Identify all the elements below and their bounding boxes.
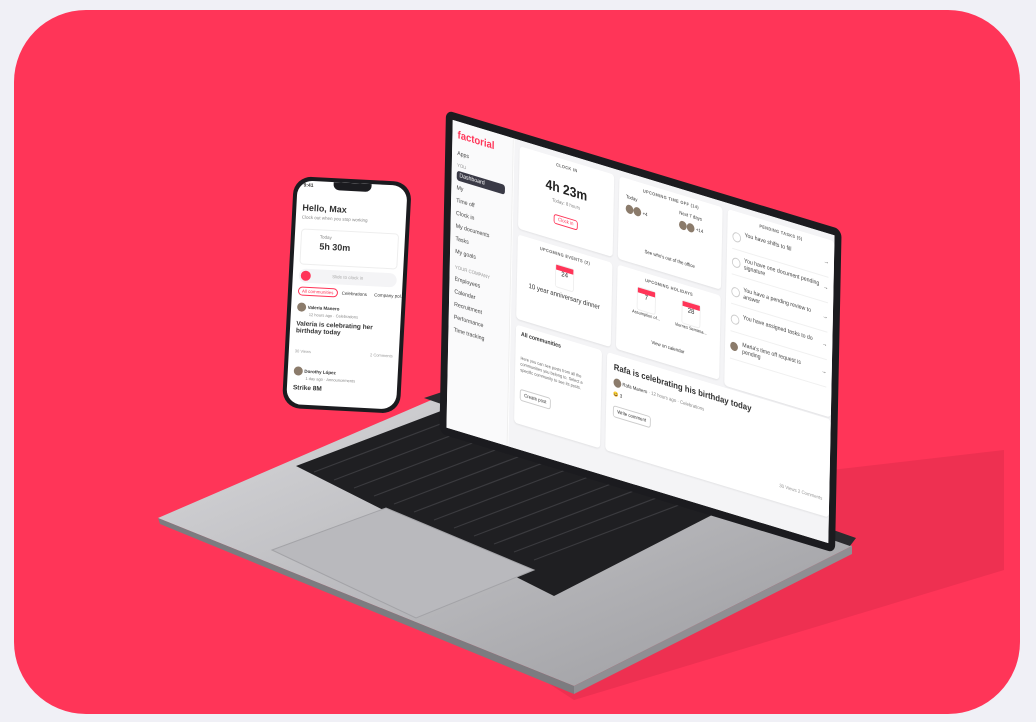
arrow-right-icon: →: [823, 284, 829, 292]
time-off-today-more: +4: [642, 210, 648, 219]
avatar: [625, 203, 634, 215]
post-reactions[interactable]: 😀 3: [613, 391, 622, 400]
avatar: [730, 340, 739, 353]
laptop-screen-wrapper: factorial Apps YOU Dashboard My Time off…: [439, 110, 866, 553]
arrow-right-icon: →: [821, 341, 828, 349]
check-icon: [731, 286, 741, 299]
arrow-right-icon: →: [823, 258, 829, 267]
phone-post-1: Valeria Manero 12 hours ago · Celebratio…: [295, 302, 396, 358]
avatar: [293, 366, 304, 376]
post-author: Dorothy López: [304, 368, 336, 376]
avatar: [633, 206, 642, 218]
communities-title[interactable]: All communities: [521, 332, 561, 350]
avatar: [613, 377, 622, 389]
tab-all-communities[interactable]: All communities: [297, 286, 338, 298]
post-author: Valeria Manero: [307, 304, 340, 312]
check-icon: [731, 256, 741, 270]
phone-tabs: All communities Celebrations Company pol…: [297, 286, 405, 299]
tab-company-policies[interactable]: Company pol...: [371, 291, 408, 300]
event-day: 24: [561, 271, 569, 280]
sidebar: factorial Apps YOU Dashboard My Time off…: [446, 119, 514, 447]
arrow-right-icon: →: [822, 313, 828, 322]
phone-worked: 5h 30m: [319, 241, 351, 254]
time-off-next-more: +14: [695, 227, 704, 236]
phone-device: 9:41 Hello, Max Clock out when you stop …: [281, 176, 412, 414]
arrow-right-icon: →: [821, 368, 827, 376]
emoji-icon: 😀: [613, 391, 619, 399]
holiday-day: 28: [687, 307, 695, 317]
phone-today: Today: [319, 234, 332, 241]
phone-clock-card: Today 5h 30m: [299, 228, 400, 270]
event-calendar-icon: 24: [554, 263, 575, 293]
phone-time: 9:41: [303, 182, 314, 190]
time-off-today: Today: [625, 194, 638, 204]
post-comments[interactable]: 2 Comments: [798, 489, 822, 502]
avatar: [296, 302, 307, 312]
factorial-logo: factorial: [457, 129, 495, 153]
laptop-screen: factorial Apps YOU Dashboard My Time off…: [439, 110, 842, 553]
dashboard-main: CLOCK IN 4h 23m Today: 8 hours Clock in …: [508, 138, 835, 544]
avatar: [678, 219, 687, 232]
tab-celebrations[interactable]: Celebrations: [339, 290, 371, 299]
phone-post-2: Dorothy López 1 day ago · Announcements …: [293, 366, 392, 396]
communities-card: All communities Here you can see posts f…: [514, 324, 603, 449]
slider-label: Slide to clock in: [332, 274, 364, 281]
post-author: Rafa Manero: [622, 382, 648, 396]
post-views: 30 Views: [294, 348, 312, 355]
post-text: Valeria is celebrating her birthday toda…: [295, 320, 373, 337]
phone-screen: 9:41 Hello, Max Clock out when you stop …: [286, 180, 408, 410]
post-meta: 1 day ago · Announcements: [305, 375, 356, 384]
clock-in-button[interactable]: Clock in: [553, 213, 578, 231]
avatar: [686, 222, 695, 234]
check-icon: [730, 313, 740, 326]
post-comments[interactable]: 2 Comments: [370, 352, 393, 358]
post-views: 30 Views: [779, 482, 797, 495]
write-comment-button[interactable]: Write comment: [612, 405, 651, 429]
reaction-count: 3: [619, 393, 623, 400]
create-post-button[interactable]: Create post: [519, 388, 551, 410]
holiday-day: 7: [644, 294, 649, 303]
post-text: Strike 8M: [292, 384, 322, 393]
check-icon: [732, 231, 742, 244]
promo-background: factorial Apps YOU Dashboard My Time off…: [14, 10, 1020, 714]
pending-tasks-card: PENDING TASKS (5) You have shifts to fil…: [724, 209, 835, 418]
post-meta: 12 hours ago · Celebrations: [308, 311, 359, 320]
phone-slider[interactable]: Slide to clock in: [298, 268, 398, 288]
communities-text: Here you can see posts from all the comm…: [520, 355, 583, 391]
